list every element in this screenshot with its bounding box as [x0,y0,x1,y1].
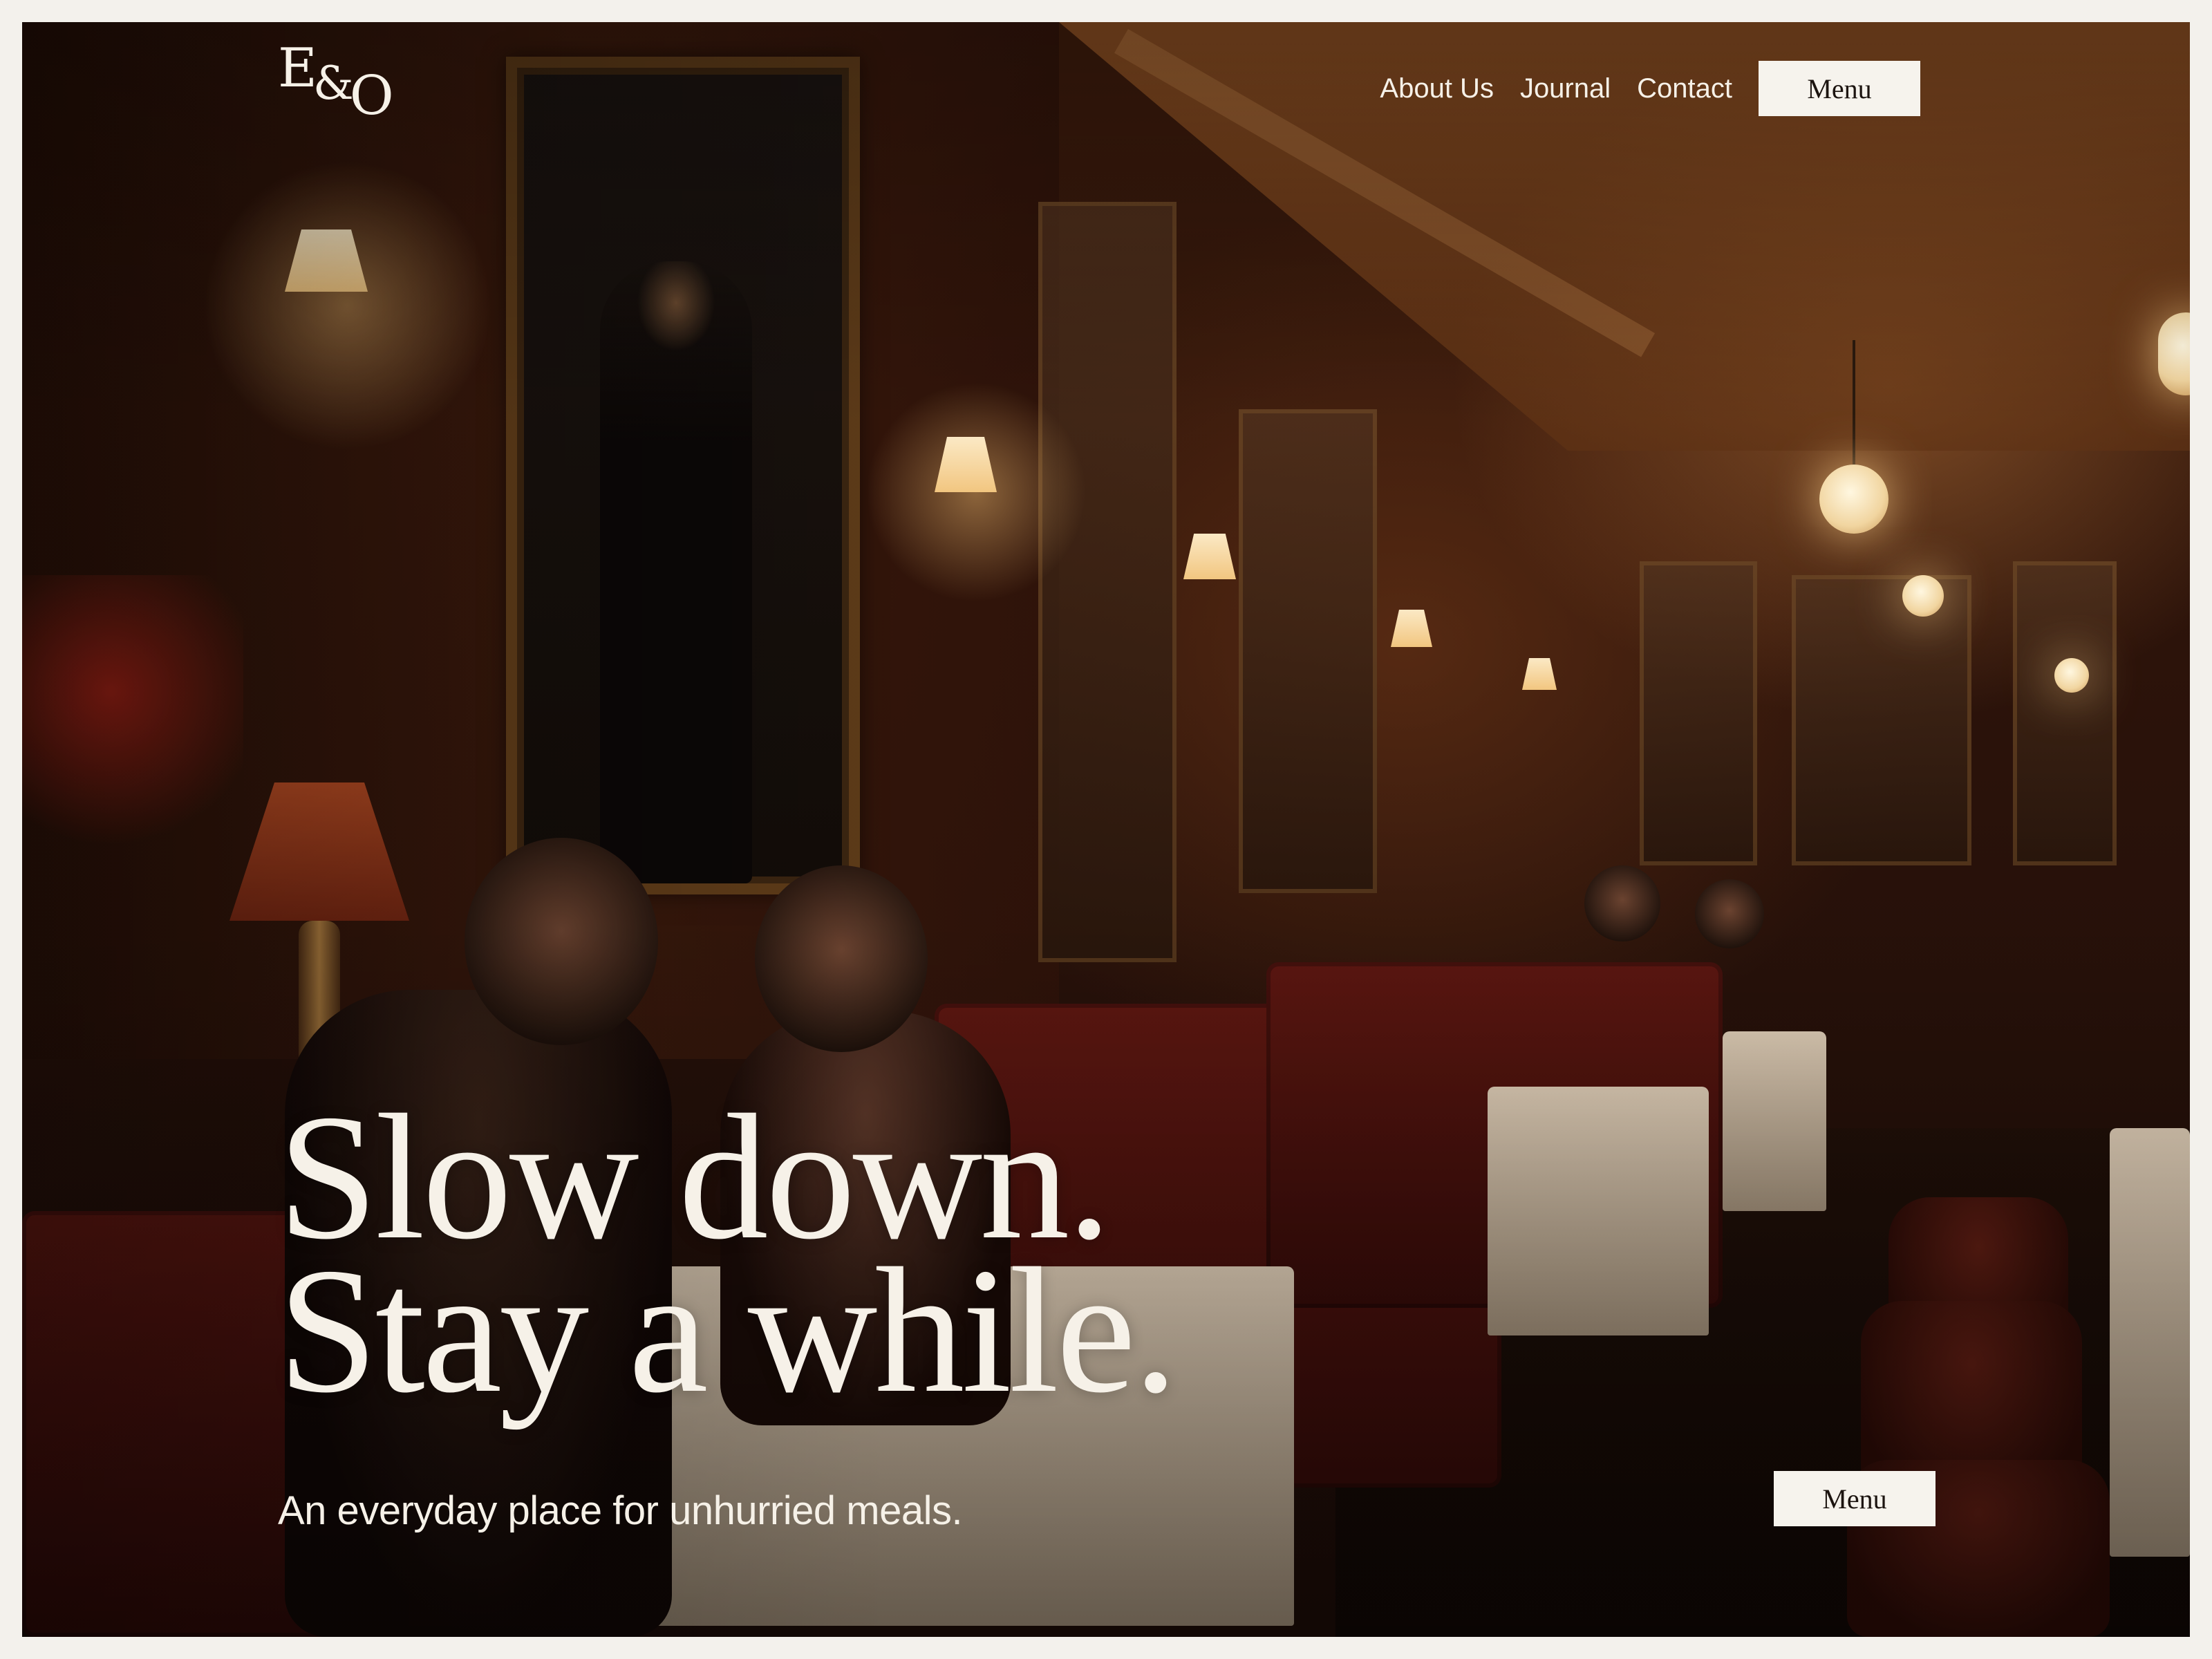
hero-section: E&O About Us Journal Contact Menu Slow d… [22,22,2190,1637]
logo-letter-o: O [349,65,394,127]
menu-button-header[interactable]: Menu [1759,61,1920,116]
menu-button-hero[interactable]: Menu [1774,1471,1936,1526]
top-navigation: About Us Journal Contact Menu [1380,61,1920,116]
nav-link-about[interactable]: About Us [1380,73,1494,104]
logo-letter-e: E [278,37,317,100]
hero-headline: Slow down. Stay a while. [278,1087,1178,1430]
headline-line-2: Stay a while. [278,1231,1178,1430]
brand-logo[interactable]: E&O [278,41,394,123]
hero-tagline: An everyday place for unhurried meals. [278,1488,963,1533]
nav-link-contact[interactable]: Contact [1637,73,1732,104]
nav-link-journal[interactable]: Journal [1520,73,1611,104]
logo-ampersand: & [312,57,354,110]
